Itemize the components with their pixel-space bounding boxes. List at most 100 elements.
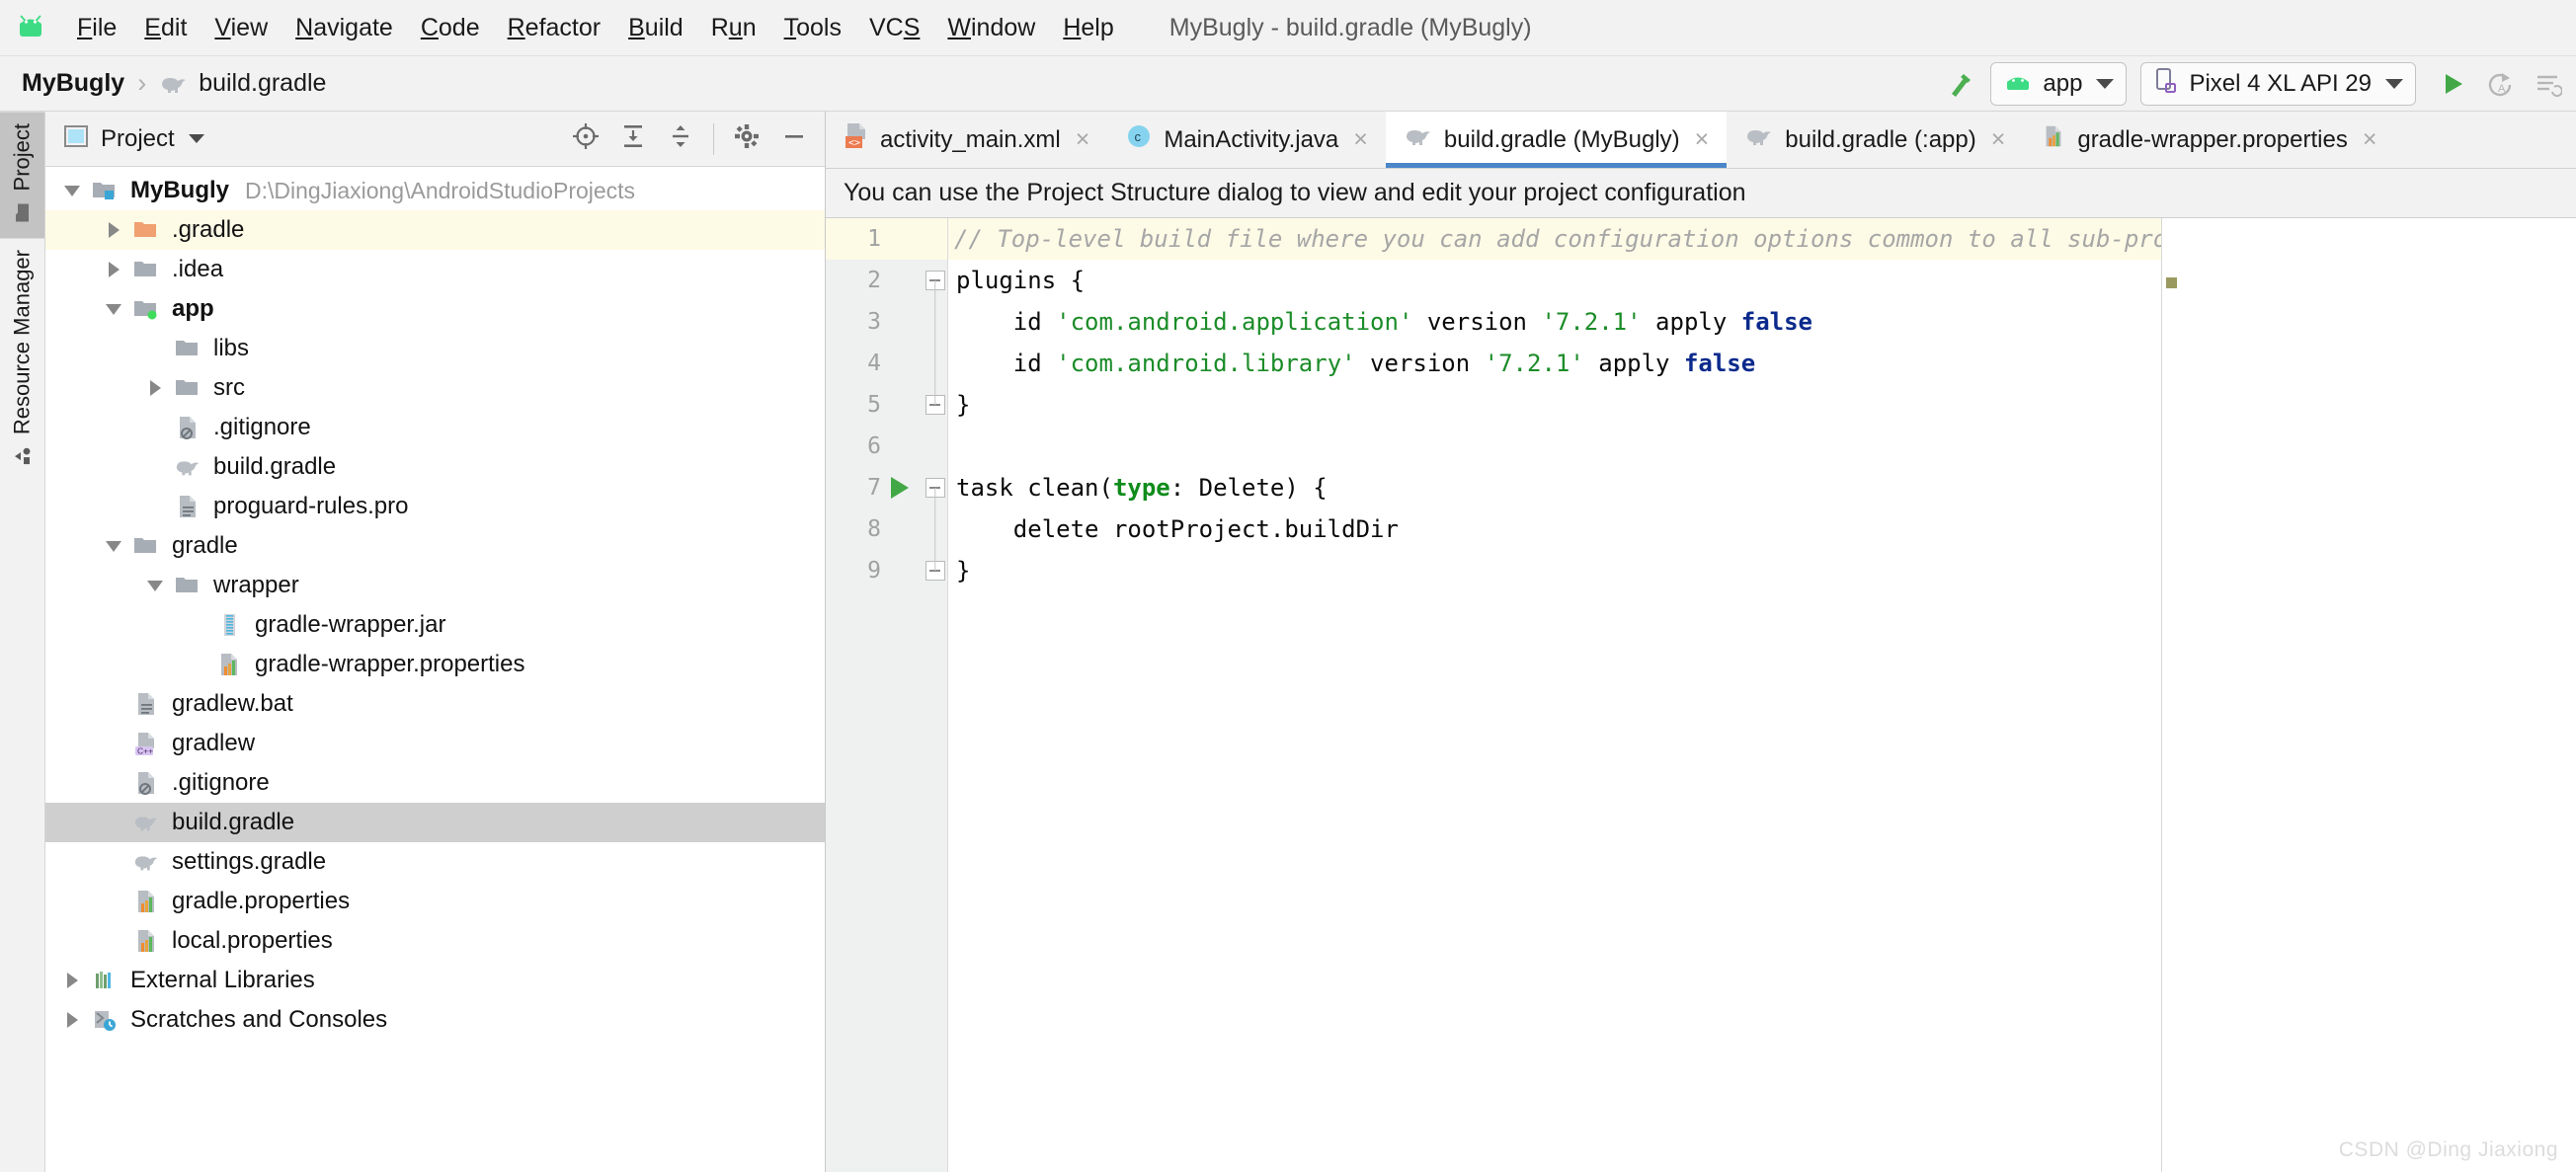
tree-row[interactable]: src [45,368,825,408]
breadcrumb-file[interactable]: build.gradle [199,69,326,98]
tree-row[interactable]: .gitignore [45,763,825,803]
run-play-icon[interactable] [2438,62,2467,106]
gutter-line[interactable]: 8 [826,508,923,550]
code-folding-gutter[interactable] [923,218,948,1172]
sidebar-item-resource-manager[interactable]: Resource Manager [0,238,44,482]
code-line[interactable] [948,426,2161,467]
gutter-line[interactable]: 6 [826,426,923,467]
editor-tab[interactable]: build.gradle (MyBugly)× [1386,112,1727,168]
menu-run[interactable]: Run [697,12,770,44]
fold-marker[interactable] [923,384,947,426]
attach-debugger-icon[interactable]: A [2485,62,2515,106]
tree-row[interactable]: build.gradle [45,803,825,842]
tree-row[interactable]: gradlew.bat [45,684,825,724]
chevron-down-icon[interactable] [189,134,204,143]
fold-marker[interactable] [923,260,947,301]
fold-marker[interactable] [923,301,947,343]
tree-row[interactable]: MyBuglyD:\DingJiaxiong\AndroidStudioProj… [45,171,825,210]
close-icon[interactable]: × [1991,127,2006,152]
tree-row[interactable]: gradle [45,526,825,566]
gutter-line[interactable]: 4 [826,343,923,384]
menu-build[interactable]: Build [614,12,697,44]
tree-row[interactable]: libs [45,329,825,368]
gutter-line[interactable]: 3 [826,301,923,343]
tree-row[interactable]: app [45,289,825,329]
tree-row[interactable]: gradle.properties [45,882,825,921]
line-number-gutter[interactable]: 123456789 [826,218,923,1172]
tree-row[interactable]: gradle-wrapper.properties [45,645,825,684]
chevron-right-icon[interactable] [97,262,130,277]
menu-view[interactable]: View [201,12,282,44]
tree-row[interactable]: C++gradlew [45,724,825,763]
code-line[interactable]: id 'com.android.application' version '7.… [948,301,2161,343]
fold-marker[interactable] [923,467,947,508]
editor-tab[interactable]: cMainActivity.java× [1107,112,1386,168]
chevron-right-icon[interactable] [55,973,89,988]
editor-scrollbar-rail[interactable] [2161,218,2181,1172]
tree-row[interactable]: proguard-rules.pro [45,487,825,526]
gutter-line[interactable]: 2 [826,260,923,301]
hide-panel-icon[interactable] [779,121,809,156]
code-line[interactable]: } [948,384,2161,426]
code-editor[interactable]: 123456789 // Top-level build file where … [826,218,2576,1172]
gutter-line[interactable]: 5 [826,384,923,426]
close-icon[interactable]: × [1076,127,1090,152]
locate-target-icon[interactable] [571,121,601,156]
menu-vcs[interactable]: VCS [855,12,933,44]
fold-marker[interactable] [923,550,947,591]
code-line[interactable]: // Top-level build file where you can ad… [948,218,2161,260]
tree-row[interactable]: .gradle [45,210,825,250]
menu-help[interactable]: Help [1049,12,1127,44]
project-tree[interactable]: MyBuglyD:\DingJiaxiong\AndroidStudioProj… [45,167,825,1172]
tree-row[interactable]: External Libraries [45,961,825,1000]
code-line[interactable]: } [948,550,2161,591]
settings-gear-icon[interactable] [732,121,762,156]
menu-file[interactable]: File [63,12,130,44]
close-icon[interactable]: × [1353,127,1368,152]
code-content[interactable]: // Top-level build file where you can ad… [948,218,2161,1172]
tree-row[interactable]: .gitignore [45,408,825,447]
close-icon[interactable]: × [2363,127,2377,152]
sidebar-item-project[interactable]: Project [0,112,44,238]
editor-tab-bar[interactable]: <>activity_main.xml×cMainActivity.java×b… [826,112,2576,169]
code-line[interactable]: plugins { [948,260,2161,301]
tree-row[interactable]: build.gradle [45,447,825,487]
chevron-right-icon[interactable] [138,380,172,396]
expand-all-icon[interactable] [618,121,648,156]
chevron-down-icon[interactable] [138,581,172,591]
code-line[interactable]: task clean(type: Delete) { [948,467,2161,508]
fold-marker[interactable] [923,508,947,550]
tree-row[interactable]: wrapper [45,566,825,605]
tree-row[interactable]: local.properties [45,921,825,961]
gutter-line[interactable]: 1 [826,218,923,260]
gutter-line[interactable]: 7 [826,467,923,508]
code-line[interactable]: delete rootProject.buildDir [948,508,2161,550]
menu-tools[interactable]: Tools [770,12,855,44]
build-hammer-icon[interactable] [1943,62,1976,106]
chevron-down-icon[interactable] [97,304,130,315]
run-anything-icon[interactable] [2533,62,2562,106]
editor-tab[interactable]: <>activity_main.xml× [826,112,1107,168]
breadcrumb-project[interactable]: MyBugly [22,69,124,98]
run-configuration-selector[interactable]: app [1990,62,2127,106]
gutter-line[interactable]: 9 [826,550,923,591]
inspection-marker[interactable] [2166,277,2177,288]
chevron-right-icon[interactable] [55,1012,89,1028]
tree-row[interactable]: .idea [45,250,825,289]
menu-refactor[interactable]: Refactor [494,12,615,44]
menu-window[interactable]: Window [933,12,1049,44]
device-selector[interactable]: Pixel 4 XL API 29 [2140,62,2416,106]
chevron-right-icon[interactable] [97,222,130,238]
close-icon[interactable]: × [1695,127,1710,152]
run-gutter-icon[interactable] [881,477,919,499]
code-line[interactable]: id 'com.android.library' version '7.2.1'… [948,343,2161,384]
chevron-down-icon[interactable] [97,541,130,552]
tree-row[interactable]: gradle-wrapper.jar [45,605,825,645]
collapse-all-icon[interactable] [666,121,695,156]
tree-row[interactable]: Scratches and Consoles [45,1000,825,1040]
editor-tab[interactable]: build.gradle (:app)× [1727,112,2023,168]
menu-edit[interactable]: Edit [130,12,201,44]
menu-navigate[interactable]: Navigate [282,12,407,44]
chevron-down-icon[interactable] [55,186,89,196]
tree-row[interactable]: settings.gradle [45,842,825,882]
